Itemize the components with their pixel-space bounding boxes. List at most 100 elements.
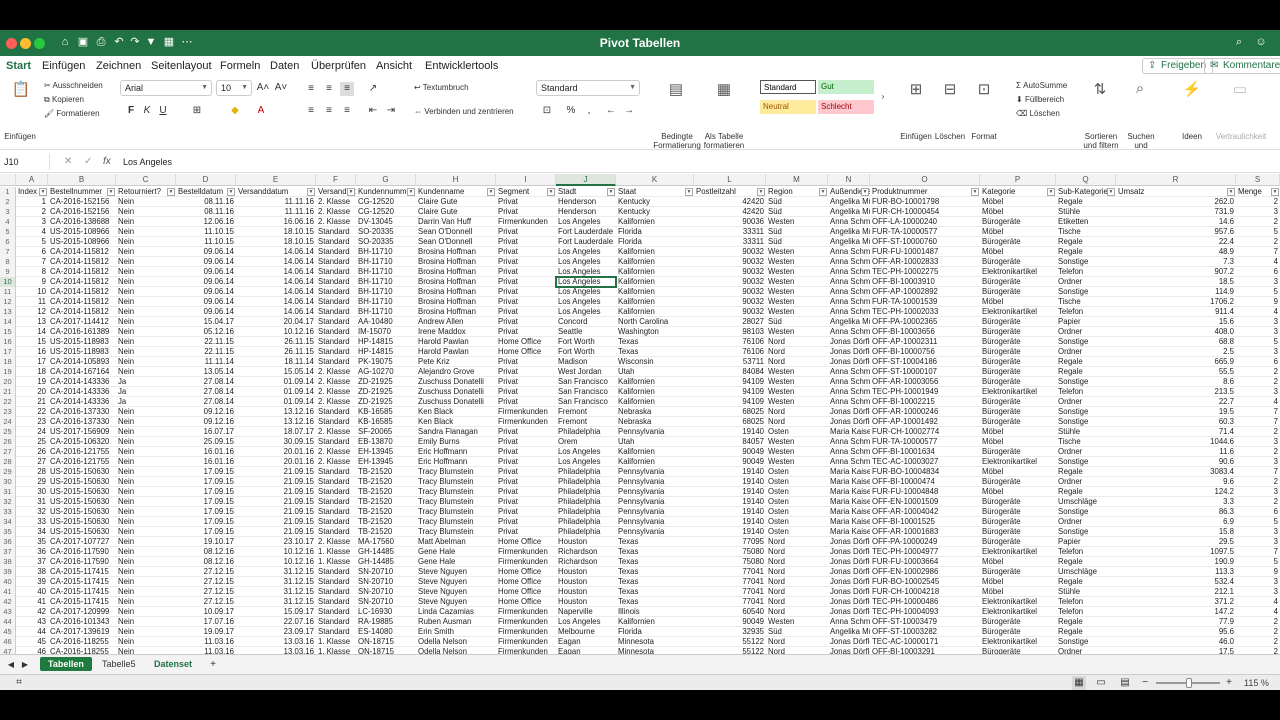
cell[interactable]: 90.6 [1116,457,1236,467]
cell[interactable]: IM-15070 [356,327,416,337]
cell[interactable]: 18.10.15 [236,227,316,237]
cell[interactable]: Nein [116,327,176,337]
cell[interactable]: Houston [556,597,616,607]
cell[interactable]: FUR-BO-10002545 [870,577,980,587]
cell[interactable]: Nord [766,637,828,647]
decimal-decrease-icon[interactable]: → [622,104,636,118]
cell[interactable]: Sonstige [1056,637,1116,647]
cell[interactable]: Privat [496,497,556,507]
cell[interactable]: Brosina Hoffman [416,287,496,297]
cell[interactable]: GH-14485 [356,547,416,557]
cell[interactable]: TEC-AC-10003027 [870,457,980,467]
cell[interactable]: Privat [496,327,556,337]
cell[interactable]: 31.12.15 [236,577,316,587]
cell[interactable]: FUR-CH-10000454 [870,207,980,217]
filter-dropdown-icon[interactable]: ▼ [407,188,415,196]
cell[interactable]: BH-11710 [356,307,416,317]
cell[interactable]: Houston [556,567,616,577]
cell[interactable]: Westen [766,377,828,387]
cell[interactable]: Tische [1056,437,1116,447]
column-header-m[interactable]: M [766,174,828,186]
cell[interactable]: Angelika Müller [828,627,870,637]
cell[interactable]: Henderson [556,197,616,207]
cell[interactable]: Home Office [496,337,556,347]
cell[interactable]: 90032 [694,257,766,267]
column-header-e[interactable]: E [236,174,316,186]
cell[interactable]: CA-2017-139619 [48,627,116,637]
cell[interactable]: Los Angeles [556,307,616,317]
cell[interactable]: Jonas Dörfle [828,547,870,557]
cell[interactable]: Nein [116,237,176,247]
cell[interactable]: Bürogeräte [980,327,1056,337]
cell[interactable]: Anna Schmidt [828,387,870,397]
cell[interactable]: Anna Schmidt [828,437,870,447]
cell[interactable]: Bürogeräte [980,377,1056,387]
cell[interactable]: OFF-ST-10003282 [870,627,980,637]
cell[interactable]: Bürogeräte [980,617,1056,627]
cell[interactable]: 55.5 [1116,367,1236,377]
cell[interactable]: OFF-BI-10000474 [870,477,980,487]
cell[interactable]: Maria Kaiser [828,497,870,507]
cell[interactable]: Regale [1056,617,1116,627]
cell[interactable]: 6 [1236,507,1280,517]
column-title[interactable]: Region ▼ [766,187,828,197]
cell[interactable]: 32 [16,507,48,517]
cell[interactable]: Elektronikartikel [980,387,1056,397]
prev-sheet-icon[interactable]: ◀ [4,658,18,672]
format-cells-label[interactable]: Format [966,132,1002,141]
next-sheet-icon[interactable]: ▶ [18,658,32,672]
cell[interactable]: CA-2016-117590 [48,547,116,557]
cell[interactable]: 27.08.14 [176,387,236,397]
cell[interactable]: 27.12.15 [176,577,236,587]
fill-color-icon[interactable]: ◆ [228,104,242,118]
cell[interactable]: 19140 [694,527,766,537]
cell[interactable]: CA-2016-138688 [48,217,116,227]
cell[interactable]: Kalifornien [616,217,694,227]
cell[interactable]: Ken Black [416,407,496,417]
column-title[interactable]: Versandart ▼ [316,187,356,197]
cell[interactable]: Privat [496,367,556,377]
cell[interactable]: 10.12.16 [236,327,316,337]
cell[interactable]: Texas [616,557,694,567]
row-header[interactable]: 35 [0,527,16,537]
cell[interactable]: 371.2 [1116,597,1236,607]
cell[interactable]: BH-11710 [356,257,416,267]
cell[interactable]: Claire Gute [416,197,496,207]
cell[interactable]: Nein [116,547,176,557]
cell[interactable]: Privat [496,197,556,207]
cell[interactable]: 11.10.15 [176,227,236,237]
align-center-icon[interactable]: ≡ [322,104,336,118]
cell[interactable]: FUR-BO-10001798 [870,197,980,207]
cell[interactable]: Nein [116,457,176,467]
cell[interactable]: CA-2015-117415 [48,567,116,577]
tab-formeln[interactable]: Formeln [220,56,260,76]
cell[interactable]: US-2015-108966 [48,227,116,237]
cell[interactable]: Ordner [1056,477,1116,487]
cell[interactable]: 17 [16,357,48,367]
cell[interactable]: 14.06.14 [236,287,316,297]
cell[interactable]: 2. Klasse [316,397,356,407]
cell[interactable]: 20 [16,387,48,397]
cell[interactable]: CA-2014-143336 [48,377,116,387]
cell[interactable]: Möbel [980,427,1056,437]
number-format-dropdown[interactable]: Standard ▼ [536,80,640,96]
filter-dropdown-icon[interactable]: ▼ [487,188,495,196]
cell[interactable]: 21.09.15 [236,477,316,487]
cell[interactable]: CA-2014-115812 [48,297,116,307]
cell[interactable]: Privat [496,357,556,367]
cell[interactable]: Orem [556,437,616,447]
cell[interactable]: 23.10.17 [236,537,316,547]
cell[interactable]: Privat [496,487,556,497]
cell[interactable]: Privat [496,437,556,447]
cell[interactable]: US-2015-118983 [48,347,116,357]
cell[interactable]: 22 [16,407,48,417]
cell[interactable]: CA-2014-115812 [48,257,116,267]
column-header-b[interactable]: B [48,174,116,186]
cell[interactable]: Bürogeräte [980,357,1056,367]
cell[interactable]: Tracy Blumstein [416,477,496,487]
row-header[interactable]: 12 [0,297,16,307]
cell[interactable]: Claire Gute [416,207,496,217]
cell[interactable]: 84057 [694,437,766,447]
cell[interactable]: EH-13945 [356,457,416,467]
cell[interactable]: 3 [1236,587,1280,597]
